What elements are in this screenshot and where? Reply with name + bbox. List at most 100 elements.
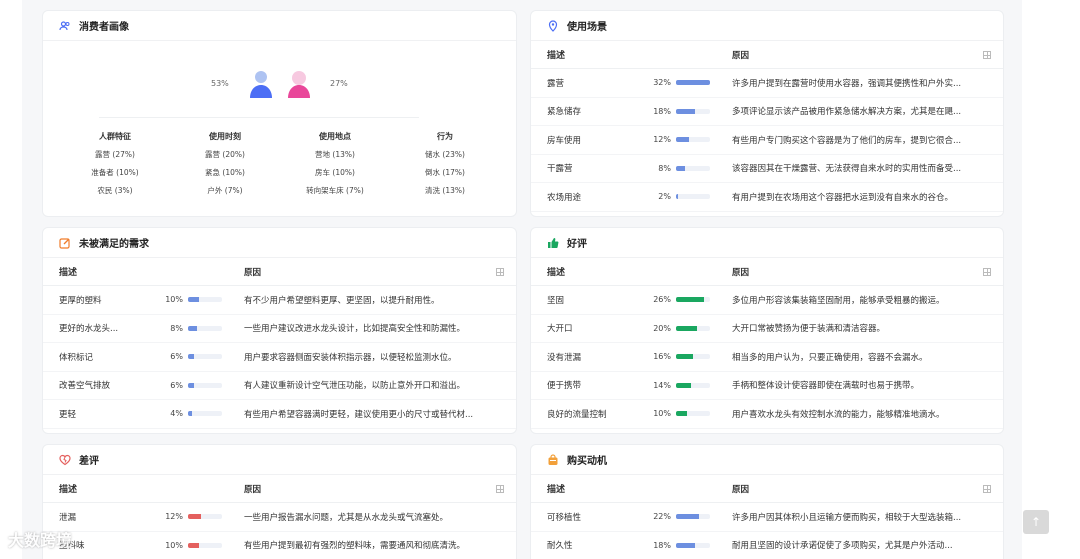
persona-divider bbox=[99, 117, 419, 118]
table-grid-icon[interactable] bbox=[983, 485, 991, 493]
row-description: 干露营 bbox=[547, 164, 573, 175]
table-grid-icon[interactable] bbox=[983, 51, 991, 59]
row-percentage-bar-fill bbox=[676, 382, 691, 388]
row-percentage: 12% bbox=[165, 512, 183, 522]
row-reason: 有不少用户希望塑料更厚、更坚固，以提升耐用性。 bbox=[244, 295, 440, 306]
motive-col-desc: 描述 bbox=[547, 485, 566, 495]
positive-title: 好评 bbox=[567, 239, 587, 250]
watermark-logo: 大数跨境 bbox=[8, 531, 73, 550]
row-percentage: 22% bbox=[653, 512, 671, 522]
table-grid-icon[interactable] bbox=[983, 268, 991, 276]
negative-col-desc: 描述 bbox=[59, 485, 78, 495]
usage-card-header: 使用场景 bbox=[531, 11, 1003, 41]
positive-reviews-card: 好评 描述 原因 坚固 26% 多位用户形容该集装箱坚固耐用，能够承受粗暴的搬运。大… bbox=[530, 227, 1004, 434]
persona-col-1-item-2: 准备者 (10%) bbox=[91, 168, 139, 177]
row-reason: 一些用户建议改进水龙头设计，比如提高安全性和防漏性。 bbox=[244, 324, 466, 335]
persona-col-1-item-3: 农民 (3%) bbox=[97, 186, 133, 195]
table-row[interactable]: 改善空气排放 6% 有人建议重新设计空气泄压功能，以防止意外开口和溢出。 bbox=[43, 372, 516, 400]
row-percentage-bar-fill bbox=[676, 194, 679, 200]
table-row[interactable]: 可移植性 22% 许多用户因其体积小且运输方便而购买，相较于大型选装箱... bbox=[531, 503, 1003, 532]
negative-reviews-card: 差评 描述 原因 泄漏 12% 一些用户报告漏水问题，尤其是从水龙头或气流塞处。 塑料… bbox=[42, 444, 517, 559]
table-row[interactable]: 没有泄漏 16% 相当多的用户认为，只要正确使用，容器不会漏水。 bbox=[531, 343, 1003, 372]
positive-col-desc: 描述 bbox=[547, 268, 566, 278]
persona-col-3-item-1: 营地 (13%) bbox=[315, 150, 355, 159]
row-description: 大开口 bbox=[547, 324, 573, 335]
row-percentage-bar-fill bbox=[676, 514, 700, 520]
usage-col-desc: 描述 bbox=[547, 51, 566, 61]
row-percentage: 16% bbox=[653, 352, 671, 362]
row-percentage-bar bbox=[676, 165, 710, 171]
motive-title: 购买动机 bbox=[567, 456, 607, 467]
table-row[interactable]: 耐久性 18% 耐用且坚固的设计承诺促使了多项购买，尤其是户外活动... bbox=[531, 532, 1003, 559]
table-row[interactable]: 更轻 4% 有些用户希望容器满时更轻，建议使用更小的尺寸或替代材... bbox=[43, 400, 516, 429]
users-icon bbox=[59, 20, 70, 30]
persona-col-4-item-2: 倒水 (17%) bbox=[425, 168, 465, 177]
positive-rows: 坚固 26% 多位用户形容该集装箱坚固耐用，能够承受粗暴的搬运。 大开口 20% 大开口常… bbox=[531, 286, 1003, 429]
row-description: 紧急储存 bbox=[547, 107, 582, 118]
persona-col-1-item-1: 露营 (27%) bbox=[95, 150, 135, 159]
row-percentage: 6% bbox=[170, 352, 183, 362]
persona-col-header-1: 人群特征 bbox=[99, 132, 131, 141]
row-percentage-bar-fill bbox=[188, 542, 199, 548]
row-percentage-bar bbox=[188, 354, 222, 360]
right-gutter bbox=[1022, 0, 1080, 559]
female-avatar-icon bbox=[288, 71, 310, 98]
table-row[interactable]: 坚固 26% 多位用户形容该集装箱坚固耐用，能够承受粗暴的搬运。 bbox=[531, 286, 1003, 315]
table-grid-icon[interactable] bbox=[496, 485, 504, 493]
purchase-motivation-card: 购买动机 描述 原因 可移植性 22% 许多用户因其体积小且运输方便而购买，相较于大… bbox=[530, 444, 1004, 559]
row-reason: 大开口常被赞扬为便于装满和清洁容器。 bbox=[732, 324, 886, 335]
table-grid-icon[interactable] bbox=[496, 268, 504, 276]
table-row[interactable]: 干露营 8% 该容器因其在干燥露营、无法获得自来水时的实用性而备受... bbox=[531, 155, 1003, 183]
broken-heart-icon bbox=[59, 454, 71, 465]
persona-col-3-item-2: 房车 (10%) bbox=[315, 168, 355, 177]
row-percentage-bar bbox=[676, 354, 710, 360]
row-percentage: 10% bbox=[165, 540, 183, 550]
row-percentage-bar bbox=[676, 514, 710, 520]
unmet-col-reason: 原因 bbox=[244, 267, 262, 278]
row-percentage-bar bbox=[188, 382, 222, 388]
table-row[interactable]: 更好的水龙头... 8% 一些用户建议改进水龙头设计，比如提高安全性和防漏性。 bbox=[43, 315, 516, 343]
row-percentage: 18% bbox=[653, 106, 671, 116]
scroll-to-top-button[interactable]: ↑ bbox=[1023, 510, 1049, 534]
row-percentage-bar-fill bbox=[676, 542, 696, 548]
row-percentage-bar-fill bbox=[188, 411, 193, 417]
usage-scenarios-card: 使用场景 描述 原因 露营 32% 许多用户提到在露营时使用水容器，强调其便携性和户… bbox=[530, 10, 1004, 217]
row-percentage-bar bbox=[188, 542, 222, 548]
row-percentage: 26% bbox=[653, 295, 671, 305]
motive-table-header: 描述 原因 bbox=[531, 475, 1003, 503]
table-row[interactable]: 大开口 20% 大开口常被赞扬为便于装满和清洁容器。 bbox=[531, 315, 1003, 343]
row-percentage: 6% bbox=[170, 380, 183, 390]
table-row[interactable]: 便于携带 14% 手柄和整体设计使容器即使在满载时也易于携带。 bbox=[531, 372, 1003, 400]
row-reason: 一些用户报告漏水问题，尤其是从水龙头或气流塞处。 bbox=[244, 512, 449, 523]
row-percentage-bar bbox=[676, 325, 710, 331]
row-reason: 耐用且坚固的设计承诺促使了多项购买，尤其是户外活动... bbox=[732, 541, 953, 552]
row-percentage-bar bbox=[188, 411, 222, 417]
row-percentage-bar bbox=[676, 297, 710, 303]
table-row[interactable]: 泄漏 12% 一些用户报告漏水问题，尤其是从水龙头或气流塞处。 bbox=[43, 503, 516, 532]
row-reason: 有用户提到在农场用这个容器把水运到没有自来水的谷仓。 bbox=[732, 192, 954, 203]
unmet-col-desc: 描述 bbox=[59, 268, 78, 278]
table-row[interactable]: 紧急储存 18% 多项评论显示该产品被用作紧急储水解决方案，尤其是在飓... bbox=[531, 98, 1003, 126]
persona-col-2-item-3: 户外 (7%) bbox=[207, 186, 243, 195]
row-description: 露营 bbox=[547, 78, 565, 89]
table-row[interactable]: 更厚的塑料 10% 有不少用户希望塑料更厚、更坚固，以提升耐用性。 bbox=[43, 286, 516, 315]
table-row[interactable]: 体积标记 6% 用户要求容器侧面安装体积指示器，以便轻松监测水位。 bbox=[43, 343, 516, 372]
table-row[interactable]: 农场用途 2% 有用户提到在农场用这个容器把水运到没有自来水的谷仓。 bbox=[531, 183, 1003, 212]
negative-card-header: 差评 bbox=[43, 445, 516, 475]
row-percentage-bar-fill bbox=[188, 514, 201, 520]
table-row[interactable]: 塑料味 10% 有些用户提到最初有强烈的塑料味，需要通风和彻底清洗。 bbox=[43, 532, 516, 559]
usage-col-reason: 原因 bbox=[732, 50, 750, 61]
row-percentage-bar-fill bbox=[188, 382, 195, 388]
row-percentage-bar-fill bbox=[676, 137, 689, 143]
persona-col-header-4: 行为 bbox=[437, 132, 453, 141]
row-percentage-bar-fill bbox=[676, 165, 685, 171]
table-row[interactable]: 露营 32% 许多用户提到在露营时使用水容器，强调其便携性和户外实... bbox=[531, 69, 1003, 98]
row-reason: 许多用户因其体积小且运输方便而购买，相较于大型选装箱... bbox=[732, 512, 962, 523]
unmet-card-header: 未被满足的需求 bbox=[43, 228, 516, 258]
table-row[interactable]: 良好的流量控制 10% 用户喜欢水龙头有效控制水流的能力，能够精准地滴水。 bbox=[531, 400, 1003, 429]
usage-rows: 露营 32% 许多用户提到在露营时使用水容器，强调其便携性和户外实... 紧急储存 18… bbox=[531, 69, 1003, 212]
row-percentage-bar bbox=[676, 80, 710, 86]
positive-card-header: 好评 bbox=[531, 228, 1003, 258]
row-reason: 有些用户专门购买这个容器是为了他们的房车，提到它很合... bbox=[732, 135, 962, 146]
table-row[interactable]: 房车使用 12% 有些用户专门购买这个容器是为了他们的房车，提到它很合... bbox=[531, 126, 1003, 155]
